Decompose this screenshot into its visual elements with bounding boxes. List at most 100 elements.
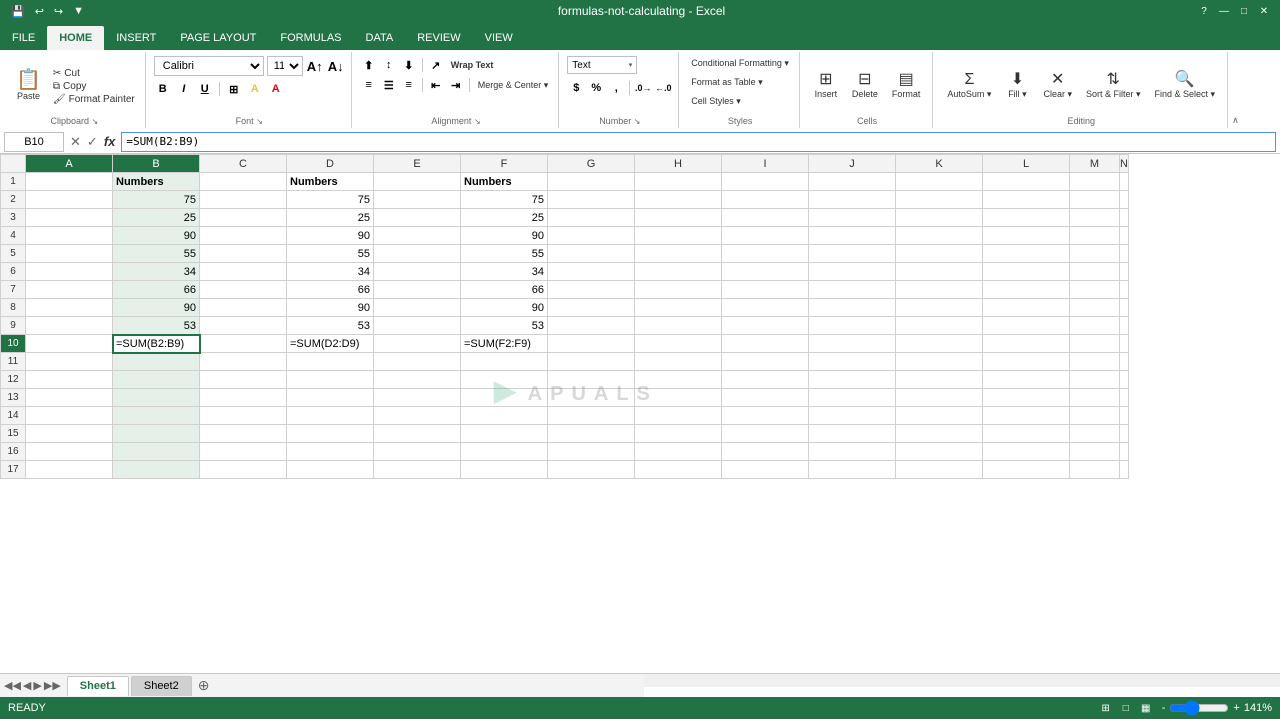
tab-view[interactable]: VIEW <box>473 26 525 50</box>
cell-F5[interactable]: 55 <box>461 245 548 263</box>
cell-E7[interactable] <box>374 281 461 299</box>
cell-H8[interactable] <box>635 299 722 317</box>
row-header-12[interactable]: 12 <box>1 371 26 389</box>
cell-K17[interactable] <box>896 461 983 479</box>
cell-E5[interactable] <box>374 245 461 263</box>
cell-E10[interactable] <box>374 335 461 353</box>
cell-C2[interactable] <box>200 191 287 209</box>
cell-D16[interactable] <box>287 443 374 461</box>
cell-B2[interactable]: 75 <box>113 191 200 209</box>
formula-input[interactable] <box>121 132 1276 152</box>
prev-sheet-one-icon[interactable]: ◀ <box>23 679 31 692</box>
window-controls[interactable]: ? — □ ✕ <box>1196 3 1272 19</box>
row-header-2[interactable]: 2 <box>1 191 26 209</box>
zoom-out-icon[interactable]: - <box>1162 702 1166 714</box>
italic-button[interactable]: I <box>175 80 193 98</box>
cell-D11[interactable] <box>287 353 374 371</box>
cell-I12[interactable] <box>722 371 809 389</box>
cell-I16[interactable] <box>722 443 809 461</box>
cell-M8[interactable] <box>1070 299 1120 317</box>
next-sheet-one-icon[interactable]: ▶ <box>33 679 41 692</box>
cell-reference-box[interactable] <box>4 132 64 152</box>
cell-L3[interactable] <box>983 209 1070 227</box>
cell-A12[interactable] <box>26 371 113 389</box>
cell-A6[interactable] <box>26 263 113 281</box>
close-icon[interactable]: ✕ <box>1256 3 1272 19</box>
orientation-button[interactable]: ↗ <box>427 56 445 74</box>
cell-L8[interactable] <box>983 299 1070 317</box>
row-header-4[interactable]: 4 <box>1 227 26 245</box>
cell-C10[interactable] <box>200 335 287 353</box>
cell-J11[interactable] <box>809 353 896 371</box>
font-size-select[interactable]: 11 <box>267 56 303 76</box>
cell-L7[interactable] <box>983 281 1070 299</box>
page-layout-view-icon[interactable]: □ <box>1118 700 1134 716</box>
cell-N13[interactable] <box>1120 389 1129 407</box>
cell-M4[interactable] <box>1070 227 1120 245</box>
customize-icon[interactable]: ▼ <box>70 5 87 17</box>
cell-N5[interactable] <box>1120 245 1129 263</box>
align-left-button[interactable]: ≡ <box>360 76 378 94</box>
cell-F3[interactable]: 25 <box>461 209 548 227</box>
col-header-A[interactable]: A <box>26 155 113 173</box>
cell-J13[interactable] <box>809 389 896 407</box>
cell-A2[interactable] <box>26 191 113 209</box>
font-name-select[interactable]: Calibri <box>154 56 264 76</box>
decrease-decimal-button[interactable]: ←.0 <box>654 79 672 97</box>
cell-K8[interactable] <box>896 299 983 317</box>
cell-B13[interactable] <box>113 389 200 407</box>
cell-N9[interactable] <box>1120 317 1129 335</box>
cell-F11[interactable] <box>461 353 548 371</box>
cell-B6[interactable]: 34 <box>113 263 200 281</box>
cell-K12[interactable] <box>896 371 983 389</box>
cell-D6[interactable]: 34 <box>287 263 374 281</box>
cell-C9[interactable] <box>200 317 287 335</box>
cell-A13[interactable] <box>26 389 113 407</box>
cell-B11[interactable] <box>113 353 200 371</box>
cell-I6[interactable] <box>722 263 809 281</box>
cell-A17[interactable] <box>26 461 113 479</box>
cell-G8[interactable] <box>548 299 635 317</box>
cell-J5[interactable] <box>809 245 896 263</box>
cell-C3[interactable] <box>200 209 287 227</box>
cell-I5[interactable] <box>722 245 809 263</box>
cell-K15[interactable] <box>896 425 983 443</box>
col-header-K[interactable]: K <box>896 155 983 173</box>
cell-I13[interactable] <box>722 389 809 407</box>
comma-button[interactable]: , <box>607 79 625 97</box>
col-header-B[interactable]: B <box>113 155 200 173</box>
cell-L11[interactable] <box>983 353 1070 371</box>
cell-A15[interactable] <box>26 425 113 443</box>
row-header-5[interactable]: 5 <box>1 245 26 263</box>
cell-L1[interactable] <box>983 173 1070 191</box>
cell-E13[interactable] <box>374 389 461 407</box>
increase-decimal-button[interactable]: .0→ <box>634 79 652 97</box>
tab-home[interactable]: HOME <box>47 26 104 50</box>
cell-N3[interactable] <box>1120 209 1129 227</box>
cell-D9[interactable]: 53 <box>287 317 374 335</box>
paste-button[interactable]: 📋 Paste <box>10 58 47 114</box>
cell-M13[interactable] <box>1070 389 1120 407</box>
cell-D5[interactable]: 55 <box>287 245 374 263</box>
cell-M2[interactable] <box>1070 191 1120 209</box>
row-header-9[interactable]: 9 <box>1 317 26 335</box>
cell-N14[interactable] <box>1120 407 1129 425</box>
cell-A9[interactable] <box>26 317 113 335</box>
cell-L6[interactable] <box>983 263 1070 281</box>
cell-J9[interactable] <box>809 317 896 335</box>
cell-J14[interactable] <box>809 407 896 425</box>
normal-view-icon[interactable]: ⊞ <box>1098 700 1114 716</box>
cell-F6[interactable]: 34 <box>461 263 548 281</box>
cell-F4[interactable]: 90 <box>461 227 548 245</box>
cell-I15[interactable] <box>722 425 809 443</box>
cell-G2[interactable] <box>548 191 635 209</box>
cell-B4[interactable]: 90 <box>113 227 200 245</box>
cell-H5[interactable] <box>635 245 722 263</box>
cell-B15[interactable] <box>113 425 200 443</box>
cell-K14[interactable] <box>896 407 983 425</box>
cell-H6[interactable] <box>635 263 722 281</box>
format-as-table-button[interactable]: Format as Table ▾ <box>687 75 766 90</box>
cell-L2[interactable] <box>983 191 1070 209</box>
cell-F1[interactable]: Numbers <box>461 173 548 191</box>
cell-G1[interactable] <box>548 173 635 191</box>
